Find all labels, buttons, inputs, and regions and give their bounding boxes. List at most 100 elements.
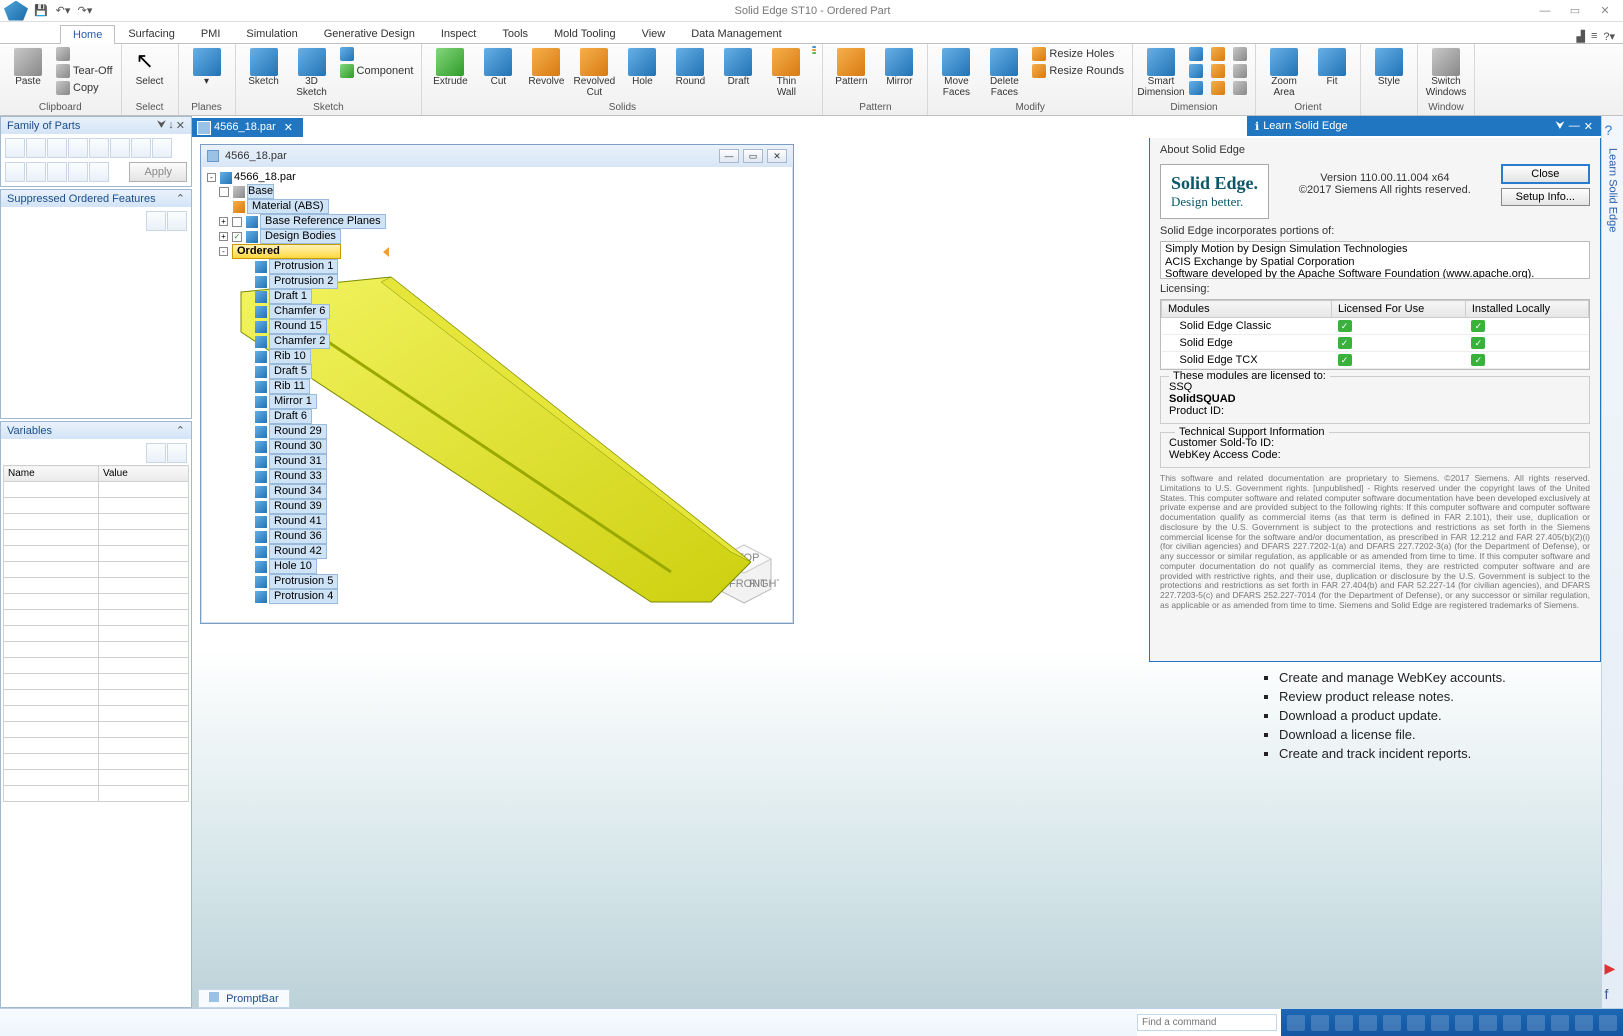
sb-icon6[interactable] xyxy=(1407,1015,1425,1031)
close-button[interactable]: Close xyxy=(1501,164,1590,184)
fam-btn7[interactable] xyxy=(131,138,151,158)
feature-node[interactable]: Round 33 xyxy=(205,469,391,484)
learn-pin-icon[interactable]: ⮟ xyxy=(1555,120,1564,133)
promptbar-tab[interactable]: PromptBar xyxy=(198,989,290,1008)
sidebar-learn-label[interactable]: Learn Solid Edge xyxy=(1607,148,1619,232)
select-button[interactable]: ↖Select xyxy=(128,46,172,88)
feature-node[interactable]: Round 36 xyxy=(205,529,391,544)
tree-toggle3[interactable]: + xyxy=(219,232,228,241)
qa-save-icon[interactable]: 💾 xyxy=(32,2,50,20)
feature-node[interactable]: Draft 5 xyxy=(205,364,391,379)
fam-btn10[interactable] xyxy=(26,162,46,182)
tree-ordered[interactable]: Ordered xyxy=(232,244,341,259)
tree-base[interactable]: Base xyxy=(247,184,274,199)
learn-panel-header[interactable]: ℹ Learn Solid Edge ⮟—✕ xyxy=(1247,116,1601,136)
dim-extra6[interactable] xyxy=(1209,80,1227,96)
fam-btn4[interactable] xyxy=(68,138,88,158)
col-value[interactable]: Value xyxy=(98,466,188,482)
learn-item[interactable]: Create and track incident reports. xyxy=(1279,744,1587,763)
variables-table[interactable]: NameValue xyxy=(3,465,189,802)
feature-node[interactable]: Draft 1 xyxy=(205,289,391,304)
cut-button[interactable] xyxy=(54,46,115,62)
mirror-button[interactable]: Mirror xyxy=(877,46,921,88)
tree-toggle4[interactable]: - xyxy=(219,247,228,256)
tearoff-button[interactable]: Tear-Off xyxy=(54,63,115,79)
sb-icon3[interactable] xyxy=(1335,1015,1353,1031)
style-button[interactable]: Style xyxy=(1367,46,1411,88)
tree-toggle[interactable]: - xyxy=(207,173,216,182)
minimize-icon[interactable]: — xyxy=(1531,2,1559,20)
collapse-icon[interactable]: ⌃ xyxy=(176,192,185,205)
refplane-check[interactable] xyxy=(232,217,242,227)
feature-node[interactable]: Round 41 xyxy=(205,514,391,529)
dim-extra7[interactable] xyxy=(1231,46,1249,62)
dim-extra3[interactable] xyxy=(1187,80,1205,96)
youtube-icon[interactable]: ▶ xyxy=(1605,960,1621,976)
pattern-button[interactable]: Pattern xyxy=(829,46,873,88)
resize-rounds-button[interactable]: Resize Rounds xyxy=(1030,63,1126,79)
collapse2-icon[interactable]: ⌃ xyxy=(176,424,185,437)
fam-btn3[interactable] xyxy=(47,138,67,158)
panel-pin-icon[interactable]: ⮟ xyxy=(157,119,166,132)
fam-btn12[interactable] xyxy=(68,162,88,182)
fam-btn6[interactable] xyxy=(110,138,130,158)
delete-faces-button[interactable]: Delete Faces xyxy=(982,46,1026,98)
help-icon[interactable]: ? xyxy=(1605,122,1621,138)
tab-view[interactable]: View xyxy=(629,24,679,43)
var-btn2[interactable] xyxy=(167,443,187,463)
ribbon-minimize-icon[interactable]: ▟ xyxy=(1576,30,1584,43)
ribbon-options-icon[interactable]: ≡ xyxy=(1591,30,1597,43)
sup-btn2[interactable] xyxy=(167,211,187,231)
feature-node[interactable]: Round 39 xyxy=(205,499,391,514)
sb-icon14[interactable] xyxy=(1599,1015,1617,1031)
feature-node[interactable]: Protrusion 2 xyxy=(205,274,391,289)
tree-ref-planes[interactable]: Base Reference Planes xyxy=(260,214,386,229)
learn-item[interactable]: Create and manage WebKey accounts. xyxy=(1279,668,1587,687)
sb-icon8[interactable] xyxy=(1455,1015,1473,1031)
feature-node[interactable]: Protrusion 1 xyxy=(205,259,391,274)
setup-info-button[interactable]: Setup Info... xyxy=(1501,188,1590,206)
learn-item[interactable]: Review product release notes. xyxy=(1279,687,1587,706)
move-faces-button[interactable]: Move Faces xyxy=(934,46,978,98)
draft-button[interactable]: Draft xyxy=(716,46,760,88)
fam-btn1[interactable] xyxy=(5,138,25,158)
solid-extra1-icon[interactable] xyxy=(812,46,816,48)
col-modules[interactable]: Modules xyxy=(1162,301,1332,318)
close-icon[interactable]: ✕ xyxy=(1591,2,1619,20)
feature-node[interactable]: Protrusion 5 xyxy=(205,574,391,589)
dim-extra9[interactable] xyxy=(1231,80,1249,96)
sb-icon12[interactable] xyxy=(1551,1015,1569,1031)
round-button[interactable]: Round xyxy=(668,46,712,88)
feature-node[interactable]: Round 15 xyxy=(205,319,391,334)
smart-dimension-button[interactable]: Smart Dimension xyxy=(1139,46,1183,98)
feature-node[interactable]: Rib 10 xyxy=(205,349,391,364)
feature-node[interactable]: Mirror 1 xyxy=(205,394,391,409)
sup-btn1[interactable] xyxy=(146,211,166,231)
component-button[interactable]: Component xyxy=(338,63,416,79)
learn-item[interactable]: Download a license file. xyxy=(1279,725,1587,744)
mdi-titlebar[interactable]: 4566_18.par —▭✕ xyxy=(201,145,793,167)
tree-design-bodies[interactable]: Design Bodies xyxy=(260,229,341,244)
tab-inspect[interactable]: Inspect xyxy=(428,24,489,43)
sb-icon9[interactable] xyxy=(1479,1015,1497,1031)
extrude-button[interactable]: Extrude xyxy=(428,46,472,88)
fit-button[interactable]: Fit xyxy=(1310,46,1354,88)
doc-tab-item[interactable]: 4566_18.par✕ xyxy=(192,118,303,137)
mdi-close-icon[interactable]: ✕ xyxy=(767,149,787,163)
fam-btn2[interactable] xyxy=(26,138,46,158)
fam-btn9[interactable] xyxy=(5,162,25,182)
col-name[interactable]: Name xyxy=(4,466,99,482)
hole-button[interactable]: Hole xyxy=(620,46,664,88)
panel-min-icon[interactable]: ↓ xyxy=(168,119,174,132)
tab-tools[interactable]: Tools xyxy=(489,24,541,43)
mdi-min-icon[interactable]: — xyxy=(719,149,739,163)
solid-extra2-icon[interactable] xyxy=(812,49,816,51)
feature-node[interactable]: Round 34 xyxy=(205,484,391,499)
col-licensed[interactable]: Licensed For Use xyxy=(1332,301,1466,318)
tree-material[interactable]: Material (ABS) xyxy=(247,199,329,214)
sb-icon10[interactable] xyxy=(1503,1015,1521,1031)
feature-node[interactable]: Round 29 xyxy=(205,424,391,439)
sketch-button[interactable]: Sketch xyxy=(242,46,286,88)
col-installed[interactable]: Installed Locally xyxy=(1465,301,1588,318)
feature-node[interactable]: Round 31 xyxy=(205,454,391,469)
